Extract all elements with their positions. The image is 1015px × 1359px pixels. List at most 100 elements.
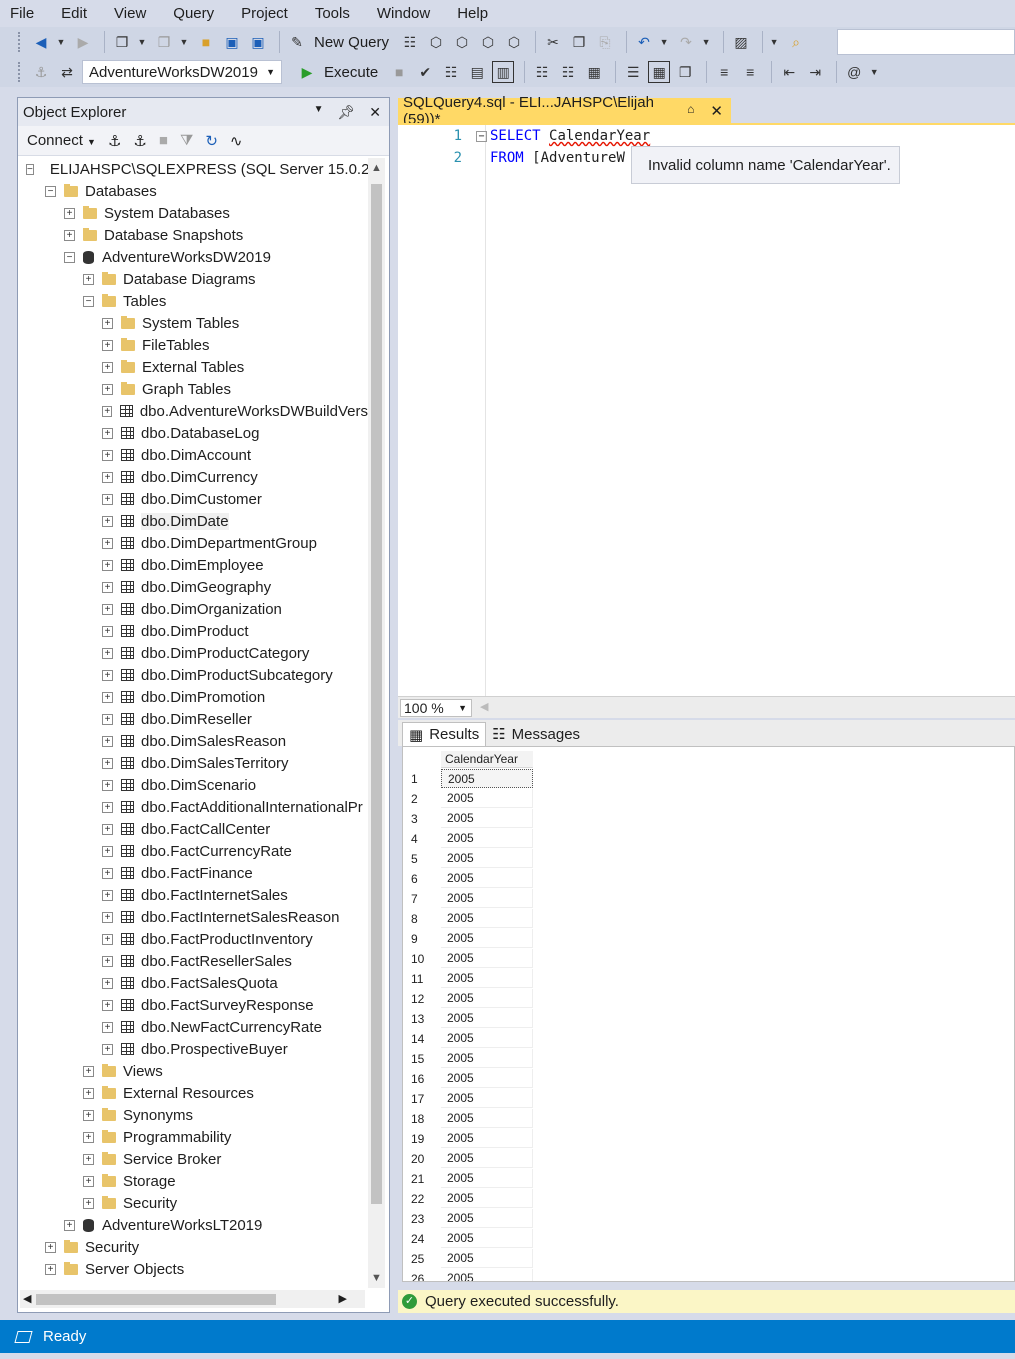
search-input[interactable] bbox=[837, 29, 1015, 55]
tree-horizontal-scrollbar[interactable]: ◀ ▶ bbox=[20, 1290, 365, 1308]
tree-node[interactable]: + dbo.DimPromotion bbox=[18, 686, 368, 708]
parse-icon[interactable]: ✔ bbox=[414, 61, 436, 83]
live-stats-icon[interactable]: ☷ bbox=[557, 61, 579, 83]
table-cell[interactable]: 2005 bbox=[441, 969, 533, 988]
zoom-select[interactable]: 100 % ▼ bbox=[400, 699, 472, 717]
tree-node[interactable]: − AdventureWorksDW2019 bbox=[18, 246, 368, 268]
table-row[interactable]: 2 2005 bbox=[403, 788, 533, 808]
expand-icon[interactable]: + bbox=[102, 647, 113, 659]
tree-node[interactable]: − Databases bbox=[18, 180, 368, 202]
menu-help[interactable]: Help bbox=[457, 5, 488, 22]
menu-edit[interactable]: Edit bbox=[61, 5, 87, 22]
undo-icon[interactable]: ↶ bbox=[633, 31, 655, 53]
tree-node[interactable]: + dbo.DimSalesReason bbox=[18, 730, 368, 752]
table-row[interactable]: 14 2005 bbox=[403, 1028, 533, 1048]
xmla-query-icon[interactable]: ⬡ bbox=[477, 31, 499, 53]
collapse-icon[interactable]: − bbox=[64, 251, 75, 263]
table-row[interactable]: 8 2005 bbox=[403, 908, 533, 928]
expand-icon[interactable]: + bbox=[83, 1153, 94, 1165]
back-icon[interactable]: ◀ bbox=[30, 31, 52, 53]
expand-icon[interactable]: + bbox=[45, 1263, 56, 1275]
expand-icon[interactable]: + bbox=[83, 1131, 94, 1143]
tree-node[interactable]: + dbo.FactSalesQuota bbox=[18, 972, 368, 994]
table-row[interactable]: 10 2005 bbox=[403, 948, 533, 968]
expand-icon[interactable]: + bbox=[102, 845, 113, 857]
tree-node[interactable]: + System Tables bbox=[18, 312, 368, 334]
row-number[interactable]: 26 bbox=[411, 1272, 424, 1281]
tree-node[interactable]: + dbo.FactCurrencyRate bbox=[18, 840, 368, 862]
tree-node[interactable]: + dbo.AdventureWorksDWBuildVers bbox=[18, 400, 368, 422]
expand-icon[interactable]: + bbox=[83, 1065, 94, 1077]
tree-node[interactable]: + dbo.ProspectiveBuyer bbox=[18, 1038, 368, 1060]
scroll-left-icon[interactable]: ◀ bbox=[23, 1292, 31, 1305]
chevron-down-icon[interactable]: ▼ bbox=[701, 31, 711, 53]
results-to-text-icon[interactable]: ☰ bbox=[622, 61, 644, 83]
save-all-icon[interactable]: ▣ bbox=[247, 31, 269, 53]
table-cell[interactable]: 2005 bbox=[441, 1109, 533, 1128]
row-number[interactable]: 14 bbox=[411, 1032, 424, 1046]
expand-icon[interactable]: + bbox=[102, 1043, 113, 1055]
toolbar-grip[interactable] bbox=[18, 32, 22, 52]
pin-icon[interactable]: 📌︎ bbox=[337, 104, 355, 121]
tree-node[interactable]: + Programmability bbox=[18, 1126, 368, 1148]
table-cell[interactable]: 2005 bbox=[441, 889, 533, 908]
table-row[interactable]: 5 2005 bbox=[403, 848, 533, 868]
query-document-tab[interactable]: SQLQuery4.sql - ELI...JAHSPC\Elijah (59)… bbox=[398, 94, 731, 128]
toolbar-grip[interactable] bbox=[18, 62, 22, 82]
tree-node[interactable]: + dbo.FactResellerSales bbox=[18, 950, 368, 972]
tree-node[interactable]: + System Databases bbox=[18, 202, 368, 224]
chevron-down-icon[interactable]: ▼ bbox=[179, 31, 189, 53]
expand-icon[interactable]: + bbox=[64, 1219, 75, 1231]
filter-icon[interactable]: ⧩ bbox=[180, 132, 193, 149]
refresh-icon[interactable]: ↻ bbox=[205, 132, 218, 150]
expand-icon[interactable]: + bbox=[102, 669, 113, 681]
table-cell[interactable]: 2005 bbox=[441, 769, 533, 788]
dax-query-icon[interactable]: ⬡ bbox=[503, 31, 525, 53]
table-row[interactable]: 4 2005 bbox=[403, 828, 533, 848]
expand-icon[interactable]: + bbox=[102, 801, 113, 813]
expand-icon[interactable]: + bbox=[102, 955, 113, 967]
table-cell[interactable]: 2005 bbox=[441, 789, 533, 808]
tree-node[interactable]: + dbo.DimCurrency bbox=[18, 466, 368, 488]
cut-icon[interactable]: ✂ bbox=[542, 31, 564, 53]
paste-icon[interactable]: ⎘ bbox=[594, 31, 616, 53]
expand-icon[interactable]: + bbox=[102, 471, 113, 483]
expand-icon[interactable]: + bbox=[45, 1241, 56, 1253]
expand-icon[interactable]: + bbox=[102, 779, 113, 791]
copy-icon[interactable]: ❐ bbox=[568, 31, 590, 53]
table-cell[interactable]: 2005 bbox=[441, 849, 533, 868]
code-line[interactable]: 2 FROM [AdventureW bbox=[398, 147, 625, 169]
connect-icon[interactable]: ⚓ bbox=[108, 132, 121, 150]
row-number[interactable]: 13 bbox=[411, 1012, 424, 1026]
tree-node[interactable]: + dbo.DimProductSubcategory bbox=[18, 664, 368, 686]
table-row[interactable]: 13 2005 bbox=[403, 1008, 533, 1028]
dmx-query-icon[interactable]: ⬡ bbox=[451, 31, 473, 53]
new-project-icon[interactable]: ❐ bbox=[111, 31, 133, 53]
tree-node[interactable]: + dbo.DimEmployee bbox=[18, 554, 368, 576]
row-number[interactable]: 3 bbox=[411, 812, 418, 826]
row-number[interactable]: 25 bbox=[411, 1252, 424, 1266]
collapse-icon[interactable]: − bbox=[26, 163, 34, 175]
client-stats-icon[interactable]: ▦ bbox=[583, 61, 605, 83]
table-row[interactable]: 17 2005 bbox=[403, 1088, 533, 1108]
increase-indent-icon[interactable]: ⇥ bbox=[804, 61, 826, 83]
table-row[interactable]: 7 2005 bbox=[403, 888, 533, 908]
row-number[interactable]: 20 bbox=[411, 1152, 424, 1166]
table-cell[interactable]: 2005 bbox=[441, 1249, 533, 1268]
intellisense-icon[interactable]: ▥ bbox=[492, 61, 515, 83]
expand-icon[interactable]: + bbox=[64, 207, 75, 219]
tree-node[interactable]: + Synonyms bbox=[18, 1104, 368, 1126]
table-row[interactable]: 18 2005 bbox=[403, 1108, 533, 1128]
expand-icon[interactable]: + bbox=[83, 273, 94, 285]
expand-icon[interactable]: + bbox=[83, 1087, 94, 1099]
expand-icon[interactable]: + bbox=[102, 735, 113, 747]
row-number[interactable]: 4 bbox=[411, 832, 418, 846]
tree-node[interactable]: + Security bbox=[18, 1236, 368, 1258]
row-number[interactable]: 16 bbox=[411, 1072, 424, 1086]
row-number[interactable]: 5 bbox=[411, 852, 418, 866]
table-cell[interactable]: 2005 bbox=[441, 1069, 533, 1088]
tree-node[interactable]: + Server Objects bbox=[18, 1258, 368, 1280]
tree-vertical-scrollbar[interactable]: ▲ ▼ bbox=[368, 158, 385, 1288]
tree-node[interactable]: + dbo.DatabaseLog bbox=[18, 422, 368, 444]
tree-node[interactable]: + AdventureWorksLT2019 bbox=[18, 1214, 368, 1236]
